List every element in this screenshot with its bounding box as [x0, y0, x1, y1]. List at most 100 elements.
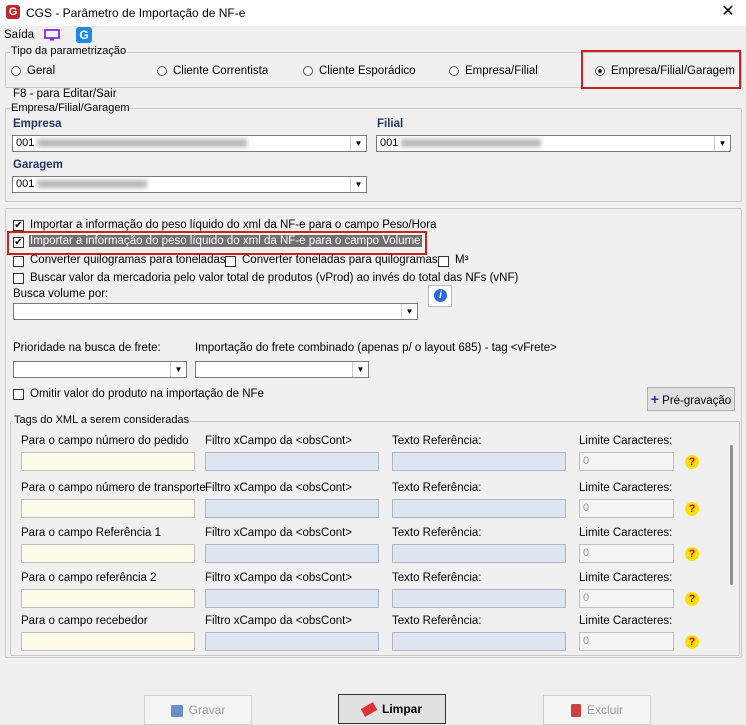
limite-input[interactable]: 0: [579, 499, 674, 518]
g-app-icon[interactable]: G: [76, 27, 92, 43]
pre-gravacao-button[interactable]: + Pré-gravação: [647, 387, 735, 411]
texto-referencia-label: Texto Referência:: [392, 527, 482, 539]
limite-label: Limite Caracteres:: [579, 572, 673, 584]
chevron-down-icon[interactable]: ▼: [170, 362, 186, 377]
tag-field-input[interactable]: [21, 632, 195, 651]
busca-volume-label: Busca volume por:: [13, 288, 109, 300]
tipo-legend: Tipo da parametrização: [10, 45, 128, 57]
help-icon[interactable]: ?: [685, 547, 699, 561]
filtro-input[interactable]: [205, 589, 379, 608]
filtro-label: Filtro xCampo da <obsCont>: [205, 482, 353, 494]
gravar-label: Gravar: [188, 703, 226, 717]
tag-row-label: Para o campo número do pedido: [21, 435, 189, 447]
help-icon[interactable]: ?: [685, 592, 699, 606]
m3-checkbox[interactable]: [438, 256, 449, 267]
close-icon[interactable]: ✕: [716, 2, 740, 22]
frete-combinado-label: Importação do frete combinado (apenas p/…: [195, 342, 557, 354]
texto-referencia-input[interactable]: [392, 589, 566, 608]
excluir-button[interactable]: Excluir: [543, 695, 651, 725]
empresa-label: Empresa: [13, 118, 62, 130]
texto-referencia-input[interactable]: [392, 632, 566, 651]
chevron-down-icon[interactable]: ▼: [352, 362, 368, 377]
kg-ton-label: Converter quilogramas para toneladas: [30, 254, 226, 266]
filtro-input[interactable]: [205, 544, 379, 563]
filial-name-redacted: [401, 139, 542, 148]
prioridade-frete-select[interactable]: ▼: [13, 361, 187, 378]
plus-icon: +: [650, 391, 659, 407]
ton-kg-checkbox[interactable]: [225, 256, 236, 267]
omitir-checkbox[interactable]: [13, 389, 24, 400]
filtro-label: Filtro xCampo da <obsCont>: [205, 527, 353, 539]
m3-label: M³: [455, 254, 469, 266]
peso-volume-checkbox[interactable]: ✔: [13, 237, 24, 248]
gravar-button[interactable]: Gravar: [144, 695, 252, 725]
filial-select[interactable]: 001 ▼: [376, 135, 731, 152]
vprod-checkbox[interactable]: [13, 273, 24, 284]
tag-row-label: Para o campo recebedor: [21, 615, 148, 627]
limite-input[interactable]: 0: [579, 544, 674, 563]
garagem-select[interactable]: 001 ▼: [12, 176, 367, 193]
efg-legend: Empresa/Filial/Garagem: [10, 102, 131, 114]
radio-cliente-correntista[interactable]: [157, 66, 167, 76]
radio-empresa-filial[interactable]: [449, 66, 459, 76]
radio-cliente-correntista-label: Cliente Correntista: [173, 65, 269, 77]
filtro-input[interactable]: [205, 499, 379, 518]
tag-row-label: Para o campo número de transporte: [21, 482, 206, 494]
radio-cliente-esporadico-label: Cliente Esporádico: [319, 65, 416, 77]
chevron-down-icon[interactable]: ▼: [714, 136, 730, 151]
texto-referencia-label: Texto Referência:: [392, 482, 482, 494]
limite-input[interactable]: 0: [579, 452, 674, 471]
radio-geral-label: Geral: [27, 65, 56, 77]
radio-geral[interactable]: [11, 66, 21, 76]
filial-code: 001: [380, 137, 399, 149]
help-icon[interactable]: ?: [685, 455, 699, 469]
f8-hint: F8 - para Editar/Sair: [13, 88, 117, 100]
limpar-label: Limpar: [381, 702, 422, 716]
scrollbar-thumb[interactable]: [730, 445, 733, 585]
chevron-down-icon[interactable]: ▼: [350, 177, 366, 192]
tags-scrollbar[interactable]: [727, 428, 735, 650]
tag-field-input[interactable]: [21, 452, 195, 471]
monitor-icon[interactable]: [44, 29, 60, 41]
empresa-select[interactable]: 001 ▼: [12, 135, 367, 152]
tag-row-label: Para o campo Referência 1: [21, 527, 161, 539]
help-icon[interactable]: ?: [685, 502, 699, 516]
filtro-input[interactable]: [205, 632, 379, 651]
tags-legend: Tags do XML a serem consideradas: [13, 414, 191, 426]
chevron-down-icon[interactable]: ▼: [401, 304, 417, 319]
filtro-input[interactable]: [205, 452, 379, 471]
window-title: CGS - Parâmetro de Importação de NF-e: [26, 6, 246, 20]
texto-referencia-input[interactable]: [392, 499, 566, 518]
garagem-label: Garagem: [13, 159, 63, 171]
limite-input[interactable]: 0: [579, 632, 674, 651]
app-logo-icon: G: [6, 5, 20, 19]
chevron-down-icon[interactable]: ▼: [350, 136, 366, 151]
radio-empresa-filial-garagem[interactable]: [595, 66, 605, 76]
filial-label: Filial: [377, 118, 404, 130]
menu-saida[interactable]: Saída: [4, 29, 34, 41]
peso-hora-checkbox[interactable]: ✔: [13, 220, 24, 231]
radio-empresa-filial-label: Empresa/Filial: [465, 65, 538, 77]
tag-field-input[interactable]: [21, 499, 195, 518]
excluir-label: Excluir: [586, 703, 623, 717]
texto-referencia-label: Texto Referência:: [392, 572, 482, 584]
texto-referencia-input[interactable]: [392, 452, 566, 471]
radio-cliente-esporadico[interactable]: [303, 66, 313, 76]
garagem-name-redacted: [37, 180, 148, 189]
tag-row-label: Para o campo referência 2: [21, 572, 157, 584]
kg-ton-checkbox[interactable]: [13, 256, 24, 267]
info-icon[interactable]: i: [428, 285, 452, 307]
busca-volume-select[interactable]: ▼: [13, 303, 418, 320]
limite-input[interactable]: 0: [579, 589, 674, 608]
empresa-name-redacted: [37, 139, 248, 148]
texto-referencia-input[interactable]: [392, 544, 566, 563]
eraser-icon: [360, 702, 378, 718]
ton-kg-label: Converter toneladas para quilogramas: [242, 254, 438, 266]
tag-field-input[interactable]: [21, 589, 195, 608]
tag-field-input[interactable]: [21, 544, 195, 563]
garagem-code: 001: [16, 178, 35, 190]
peso-volume-label: Importar a informação do peso líquido do…: [29, 235, 422, 247]
help-icon[interactable]: ?: [685, 635, 699, 649]
limite-label: Limite Caracteres:: [579, 527, 673, 539]
frete-combinado-select[interactable]: ▼: [195, 361, 369, 378]
